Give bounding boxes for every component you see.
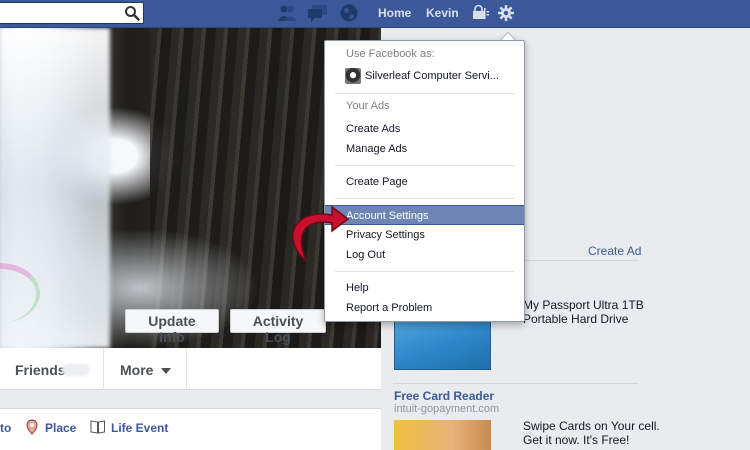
activity-log-button[interactable]: Activity Log [230,309,326,345]
menu-item-help[interactable]: Help [325,278,524,298]
ad-hard-drive-text[interactable]: My Passport Ultra 1TB Portable Hard Driv… [523,298,644,326]
ad-hard-drive-line1: My Passport Ultra 1TB [523,298,644,312]
ad-card-reader-url: intuit-gopayment.com [394,403,500,415]
messages-icon[interactable] [307,3,329,23]
card-reader-ad-image[interactable] [394,420,491,450]
chevron-down-icon [161,368,172,375]
profile-tabs: Friends More [0,348,381,390]
profile-link[interactable]: Kevin [426,6,459,20]
ad-card-reader-line1: Swipe Cards on Your cell. [523,419,660,433]
update-info-button[interactable]: Update Info [125,309,219,345]
menu-item-create-ads[interactable]: Create Ads [325,119,524,139]
top-bar: Home Kevin [0,0,750,28]
friend-requests-icon[interactable] [276,3,298,23]
menu-item-report-problem[interactable]: Report a Problem [325,298,524,318]
menu-separator [335,165,515,166]
create-ad-link[interactable]: Create Ad [588,244,641,258]
search-box[interactable] [0,2,144,24]
composer-life-event[interactable]: Life Event [111,421,168,435]
ad-card-reader-line2: Get it now. It's Free! [523,433,630,447]
account-menu: Use Facebook as: Silverleaf Computer Ser… [324,40,525,322]
menu-item-create-page[interactable]: Create Page [325,172,524,192]
tab-friends[interactable]: Friends [15,362,66,378]
friends-count-blur [62,364,90,376]
place-pin-icon [26,419,38,435]
home-link[interactable]: Home [378,6,411,20]
tab-separator [103,348,104,390]
gear-icon[interactable] [497,4,515,22]
life-event-book-icon [90,420,105,434]
divider [393,383,638,384]
composer-photo[interactable]: to [0,421,11,435]
annotation-arrow-icon [292,205,350,262]
menu-item-account-settings[interactable]: Account Settings [325,205,524,225]
menu-item-log-out[interactable]: Log Out [325,245,524,265]
menu-item-page[interactable]: Silverleaf Computer Servi... [325,66,524,86]
menu-header-use-as: Use Facebook as: [346,48,435,60]
search-icon[interactable] [124,5,140,21]
page-avatar-icon [345,68,361,85]
composer-place[interactable]: Place [45,421,76,435]
menu-item-manage-ads[interactable]: Manage Ads [325,139,524,159]
menu-item-privacy-settings[interactable]: Privacy Settings [325,225,524,245]
menu-header-your-ads: Your Ads [346,100,390,112]
ad-card-reader-text[interactable]: Swipe Cards on Your cell. Get it now. It… [523,419,660,447]
menu-separator [335,271,515,272]
privacy-shortcuts-icon[interactable] [472,4,490,22]
menu-item-page-label: Silverleaf Computer Servi... [365,70,499,82]
tab-more[interactable]: More [120,362,172,378]
notifications-globe-icon[interactable] [338,3,360,23]
tab-more-label: More [120,362,154,378]
status-composer: to Place Life Event [0,408,381,450]
menu-pointer-inner [501,33,515,40]
menu-separator [335,93,515,94]
search-input[interactable] [0,3,117,23]
tab-separator [186,348,187,390]
menu-separator [335,198,515,199]
ad-card-reader-title[interactable]: Free Card Reader [394,389,494,403]
ad-hard-drive-line2: Portable Hard Drive [523,312,629,326]
